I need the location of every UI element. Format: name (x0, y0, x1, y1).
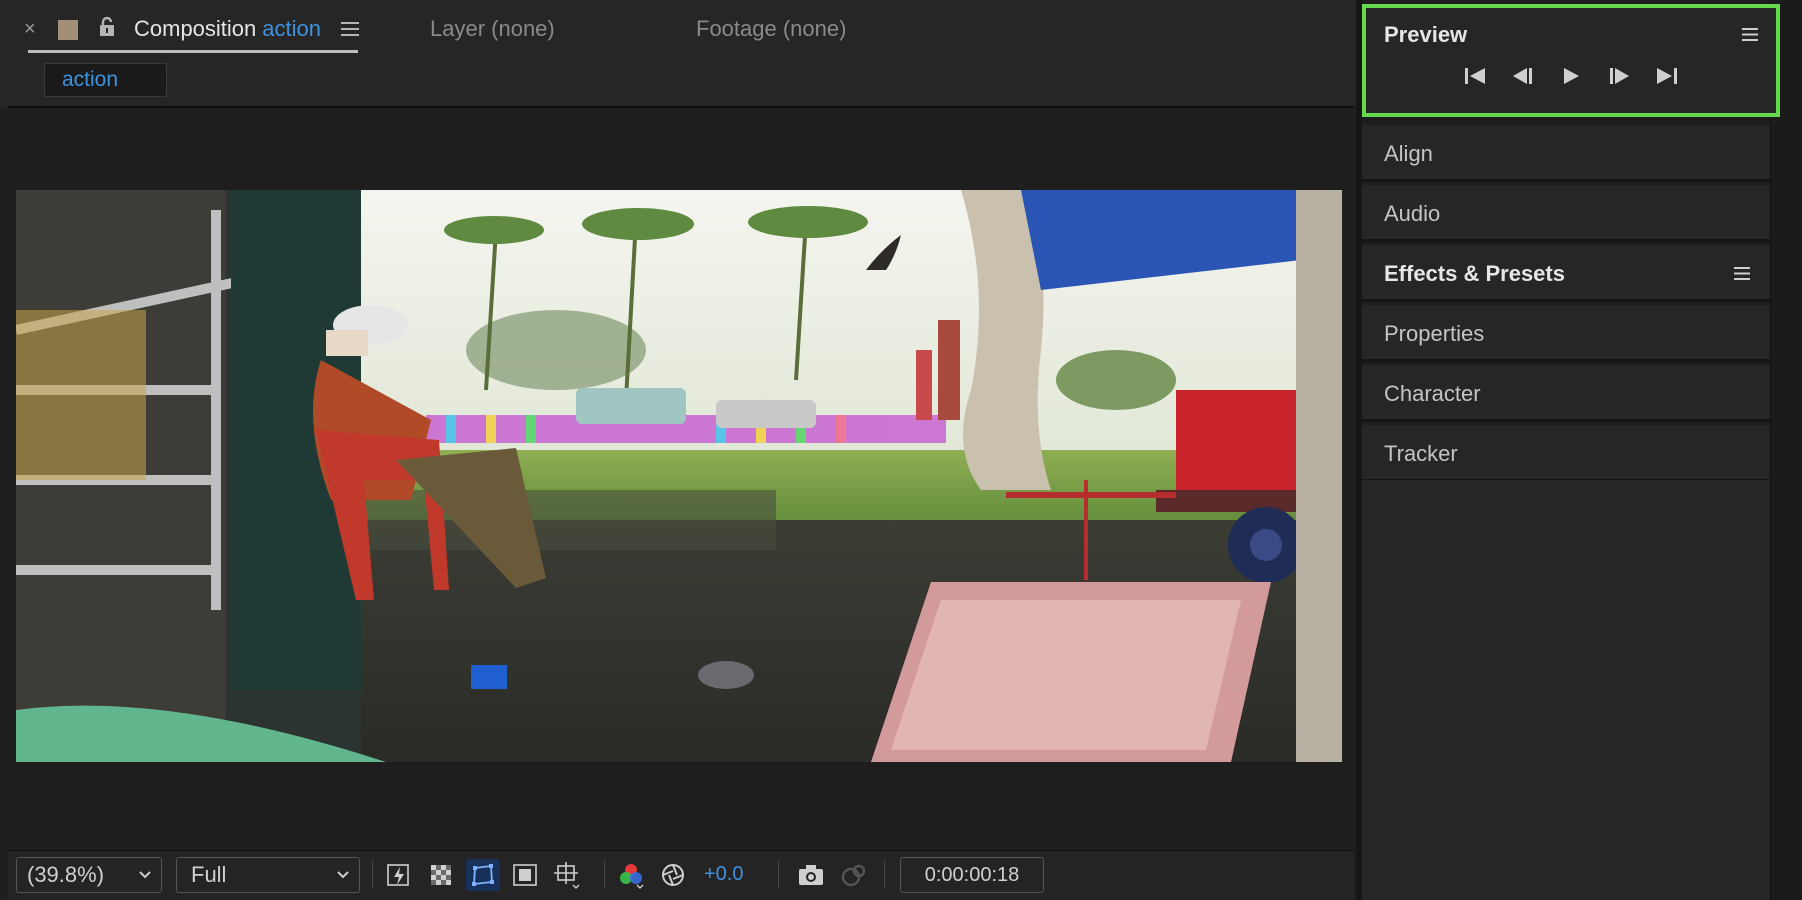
panel-label: Effects & Presets (1384, 261, 1565, 286)
exposure-value[interactable]: +0.0 (704, 863, 743, 886)
next-frame-icon[interactable] (1606, 64, 1632, 88)
lightning-icon (386, 862, 412, 888)
transparency-grid-button[interactable] (424, 859, 458, 891)
hamburger-menu-icon[interactable] (341, 22, 359, 36)
tab-comp-name: action (262, 16, 321, 41)
panel-label: Tracker (1384, 441, 1458, 466)
active-tab-indicator (28, 50, 358, 53)
tab-layer[interactable]: Layer (none) (430, 16, 555, 42)
tab-strip: × Composition action Layer (none) Footage… (0, 0, 1356, 60)
comp-color-swatch[interactable] (58, 20, 78, 40)
playback-controls (1366, 64, 1776, 88)
panel-label: Character (1384, 381, 1481, 406)
show-channel-button[interactable] (614, 859, 648, 891)
fast-previews-button[interactable] (382, 859, 416, 891)
panel-audio[interactable]: Audio (1362, 185, 1770, 242)
preview-panel: Preview (1362, 4, 1780, 117)
grid-options-icon (553, 861, 581, 889)
play-icon[interactable] (1558, 64, 1584, 88)
grid-guides-button[interactable] (550, 859, 584, 891)
resolution-value: Full (191, 862, 227, 887)
panel-align[interactable]: Align (1362, 125, 1770, 182)
divider (604, 861, 605, 889)
aperture-icon (660, 862, 686, 888)
show-snapshot-button[interactable] (836, 859, 870, 891)
region-icon (512, 863, 538, 887)
snapshot-view-icon (839, 863, 867, 887)
composition-panel: × Composition action Layer (none) Footage… (0, 0, 1356, 900)
divider (778, 861, 779, 889)
panel-tracker[interactable]: Tracker (1362, 425, 1770, 482)
zoom-dropdown[interactable]: (39.8%) (16, 857, 162, 893)
hamburger-menu-icon[interactable] (1734, 267, 1750, 280)
viewer-toolbar: (39.8%) Full +0.0 0:00:00:18 (8, 850, 1354, 900)
mask-visibility-button[interactable] (466, 859, 500, 891)
tab-footage[interactable]: Footage (none) (696, 16, 846, 42)
panel-effects-presets[interactable]: Effects & Presets (1362, 245, 1770, 302)
previous-frame-icon[interactable] (1510, 64, 1536, 88)
empty-panel-area (1362, 480, 1770, 900)
checkerboard-icon (429, 863, 453, 887)
camera-icon (797, 863, 825, 887)
current-time-display[interactable]: 0:00:00:18 (900, 857, 1044, 893)
tab-composition[interactable]: Composition action (134, 16, 321, 42)
panel-label: Align (1384, 141, 1433, 166)
first-frame-icon[interactable] (1462, 64, 1488, 88)
panel-properties[interactable]: Properties (1362, 305, 1770, 362)
hamburger-menu-icon[interactable] (1742, 28, 1758, 41)
divider (372, 861, 373, 889)
region-of-interest-button[interactable] (508, 859, 542, 891)
resolution-dropdown[interactable]: Full (176, 857, 360, 893)
zoom-value: (39.8%) (27, 862, 105, 887)
chevron-down-icon (137, 858, 153, 892)
composition-frame-image (16, 190, 1342, 762)
comp-navigator-chip[interactable]: action (44, 63, 167, 97)
last-frame-icon[interactable] (1654, 64, 1680, 88)
panel-edge (1770, 0, 1802, 900)
chevron-down-icon (335, 858, 351, 892)
tab-title-prefix: Composition (134, 16, 257, 41)
preview-panel-title[interactable]: Preview (1384, 22, 1467, 48)
composition-viewer[interactable] (8, 108, 1354, 850)
panel-label: Properties (1384, 321, 1485, 346)
composition-panel-header: × Composition action Layer (none) Footage… (0, 0, 1356, 108)
close-tab-button[interactable]: × (24, 18, 36, 41)
mask-path-icon (470, 862, 496, 888)
reset-exposure-button[interactable] (656, 859, 690, 891)
rgb-channels-icon (617, 861, 645, 889)
panel-character[interactable]: Character (1362, 365, 1770, 422)
panel-label: Audio (1384, 201, 1441, 226)
lock-icon[interactable] (97, 16, 117, 38)
snapshot-button[interactable] (794, 859, 828, 891)
divider (884, 861, 885, 889)
